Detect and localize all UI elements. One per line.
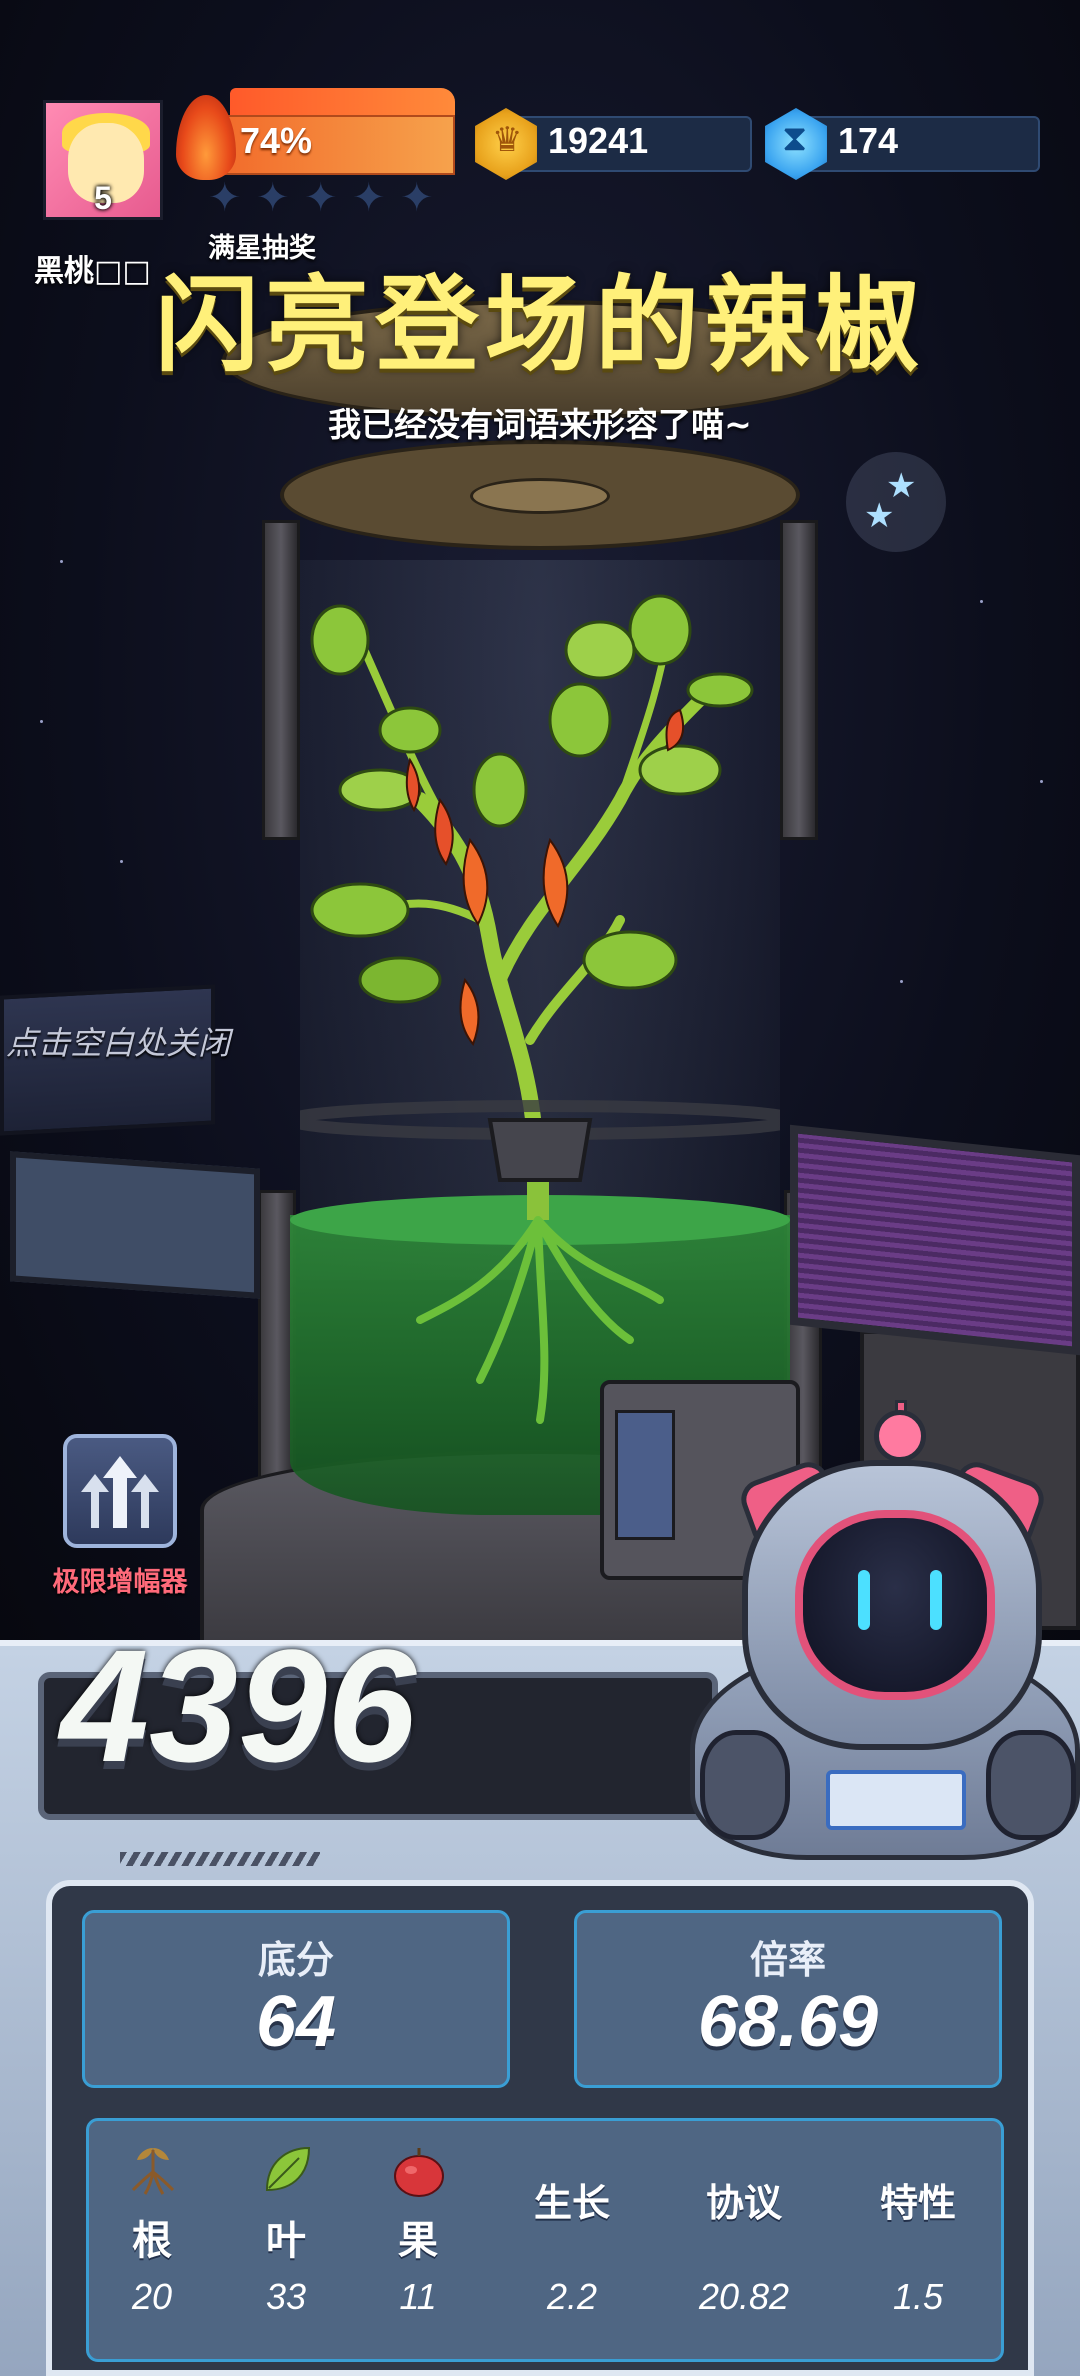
- left-console-screen: [10, 1151, 260, 1299]
- base-score-label: 底分: [257, 1938, 334, 1982]
- pepper-plant-illustration: [300, 594, 780, 1424]
- close-hint: 点击空白处关闭: [6, 1024, 231, 1062]
- amplifier-label: 极限增幅器: [52, 1567, 188, 1598]
- attr-fruit-name: 果: [398, 2218, 438, 2264]
- leaf-icon: [265, 2146, 311, 2192]
- multiplier-card: 倍率 68.69: [574, 1910, 1002, 2088]
- attr-leaf-name: 叶: [266, 2218, 306, 2264]
- attr-protocol-name: 协议: [705, 2181, 782, 2225]
- attr-growth: 生长 2.2: [512, 2130, 632, 2350]
- attr-growth-value: 2.2: [546, 2276, 598, 2317]
- rank-star-icon: ✦: [352, 175, 386, 221]
- heat-bar-flare: [230, 88, 455, 118]
- attr-growth-name: 生长: [533, 2181, 610, 2225]
- star-dot: [40, 720, 43, 723]
- star-dot: [60, 560, 63, 563]
- heat-percent: 74%: [240, 120, 313, 161]
- base-score-value: 64: [255, 1982, 337, 2062]
- rank-star-icon: ✦: [400, 175, 434, 221]
- panel-stripes: [120, 1852, 320, 1866]
- attr-fruit: 果 11: [358, 2130, 478, 2350]
- base-score-card: 底分 64: [82, 1910, 510, 2088]
- attr-leaf: 叶 33: [226, 2130, 346, 2350]
- result-subtitle: 我已经没有词语来形容了喵~: [328, 405, 752, 444]
- rank-star-icon: ✦: [304, 175, 338, 221]
- attr-fruit-value: 11: [399, 2276, 437, 2317]
- robot-visor: [795, 1510, 995, 1700]
- attr-trait-value: 1.5: [892, 2276, 944, 2317]
- pillar: [262, 520, 300, 840]
- attr-root: 根 20: [92, 2130, 212, 2350]
- robot-antenna-ball: [874, 1410, 926, 1462]
- total-score: 4396: [60, 1616, 416, 1795]
- star-dot: [1040, 780, 1043, 783]
- attr-trait-name: 特性: [879, 2181, 956, 2225]
- robot-chest-panel: [826, 1770, 966, 1830]
- player-level: 5: [94, 180, 112, 216]
- apple-icon: [394, 2148, 444, 2197]
- star-dot: [900, 980, 903, 983]
- robot-left-hand: [700, 1730, 790, 1840]
- triple-arrow-up-icon: [81, 1456, 159, 1528]
- trophy-icon: ♛: [492, 120, 523, 160]
- star-dot: [980, 600, 983, 603]
- attr-root-name: 根: [132, 2218, 172, 2264]
- root-icon: [131, 2148, 175, 2195]
- robot-right-hand: [986, 1730, 1076, 1840]
- robot-eye: [930, 1570, 942, 1630]
- attr-trait: 特性 1.5: [858, 2130, 978, 2350]
- share-stars-button[interactable]: ★ ★: [846, 452, 946, 552]
- multiplier-label: 倍率: [749, 1938, 826, 1982]
- gem-amount: 174: [838, 120, 899, 161]
- amplifier-button[interactable]: [63, 1434, 177, 1548]
- rank-star-icon: ✦: [208, 175, 242, 221]
- coin-amount: 19241: [548, 120, 649, 161]
- pillar: [780, 520, 818, 840]
- attr-protocol: 协议 20.82: [684, 2130, 804, 2350]
- star-icon: ★: [864, 496, 895, 536]
- right-console-monitor: [790, 1124, 1080, 1356]
- rank-stars: ✦ ✦ ✦ ✦ ✦: [208, 178, 458, 218]
- result-title: 闪亮登场的辣椒: [154, 264, 925, 386]
- robot-eye: [858, 1570, 870, 1630]
- attr-leaf-value: 33: [265, 2276, 307, 2317]
- attr-root-value: 20: [131, 2276, 173, 2317]
- rank-star-icon: ✦: [256, 175, 290, 221]
- star-dot: [120, 860, 123, 863]
- hourglass-icon: ⧗: [782, 118, 808, 159]
- attr-protocol-value: 20.82: [698, 2276, 790, 2317]
- multiplier-value: 68.69: [697, 1982, 879, 2062]
- incubator-core: [470, 478, 610, 514]
- avatar[interactable]: 5: [43, 100, 163, 220]
